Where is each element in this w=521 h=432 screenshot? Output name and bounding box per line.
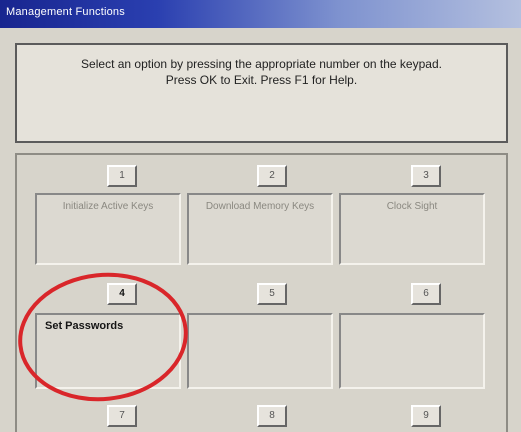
- option-3-label: Clock Sight: [386, 201, 438, 212]
- title-bar: Management Functions: [0, 0, 521, 28]
- instruction-text-line1: Select an option by pressing the appropr…: [81, 57, 442, 71]
- instruction-text-line2: Press OK to Exit. Press F1 for Help.: [165, 73, 358, 87]
- option-4-box: Set Passwords: [35, 313, 181, 389]
- option-3-box: Clock Sight: [339, 193, 485, 265]
- option-1-box: Initialize Active Keys: [35, 193, 181, 265]
- option-5-box: [187, 313, 333, 389]
- option-1-button[interactable]: 1: [107, 165, 137, 187]
- instruction-box: Select an option by pressing the appropr…: [15, 43, 508, 143]
- option-7-button[interactable]: 7: [107, 405, 137, 427]
- option-1-label: Initialize Active Keys: [62, 201, 154, 212]
- option-2-button[interactable]: 2: [257, 165, 287, 187]
- option-2-box: Download Memory Keys: [187, 193, 333, 265]
- option-5-button[interactable]: 5: [257, 283, 287, 305]
- option-8-button[interactable]: 8: [257, 405, 287, 427]
- option-4-button[interactable]: 4: [107, 283, 137, 305]
- management-functions-window: Management Functions Select an option by…: [0, 0, 521, 432]
- option-9-button[interactable]: 9: [411, 405, 441, 427]
- option-4-label: Set Passwords: [45, 320, 124, 332]
- option-6-button[interactable]: 6: [411, 283, 441, 305]
- option-3-button[interactable]: 3: [411, 165, 441, 187]
- window-title: Management Functions: [6, 6, 125, 18]
- options-panel: 1 2 3 Initialize Active Keys Download Me…: [15, 153, 508, 432]
- option-2-label: Download Memory Keys: [205, 201, 315, 212]
- option-6-box: [339, 313, 485, 389]
